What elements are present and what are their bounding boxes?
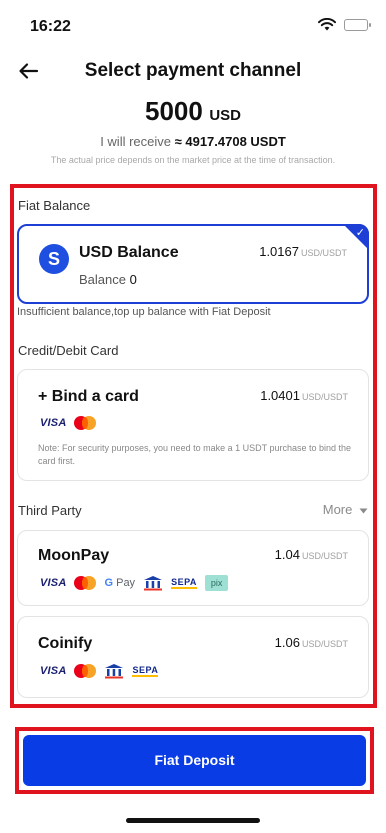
usd-coin-icon: S <box>39 244 69 274</box>
section-label-fiat-balance: Fiat Balance <box>18 198 91 213</box>
balance-label: Balance <box>79 272 126 287</box>
moonpay-logos: VISA G Pay SEPA pix <box>40 575 229 591</box>
status-icons <box>318 18 371 31</box>
coinify-rate: 1.06 USD/USDT <box>275 635 348 650</box>
moonpay-option[interactable]: MoonPay 1.04 USD/USDT VISA G Pay SEPA pix <box>17 530 369 606</box>
mastercard-icon <box>74 416 97 430</box>
price-note: The actual price depends on the market p… <box>50 155 336 165</box>
moonpay-title: MoonPay <box>38 547 110 564</box>
insufficient-balance-note: Insufficient balance,top up balance with… <box>17 306 271 318</box>
rate-unit: USD/USDT <box>300 248 347 258</box>
receive-value: ≈ 4917.4708 USDT <box>174 134 286 149</box>
moonpay-rate: 1.04 USD/USDT <box>275 547 348 562</box>
usd-balance-rate: 1.0167 USD/USDT <box>259 244 347 259</box>
mastercard-icon <box>74 664 97 678</box>
mastercard-icon <box>74 576 97 590</box>
bank-transfer-icon <box>144 576 163 591</box>
card-logos: VISA <box>40 416 97 430</box>
status-time: 16:22 <box>30 18 71 35</box>
rate-value: 1.04 <box>274 547 300 562</box>
rate-unit: USD/USDT <box>301 392 348 402</box>
receive-label: I will receive <box>100 134 171 149</box>
amount-value: 5000 <box>145 96 203 126</box>
rate-value: 1.0401 <box>260 388 300 403</box>
battery-icon <box>344 18 371 31</box>
caret-down-icon <box>359 508 368 514</box>
coinify-title: Coinify <box>38 635 93 652</box>
amount-currency: USD <box>209 107 241 124</box>
usd-balance-title: USD Balance <box>79 244 179 261</box>
balance-text: Balance 0 <box>79 272 137 287</box>
bank-transfer-icon <box>105 664 124 679</box>
order-amount: 5000 USD <box>0 96 386 127</box>
coinify-logos: VISA SEPA <box>40 663 159 679</box>
visa-icon: VISA <box>40 665 67 677</box>
fiat-deposit-button[interactable]: Fiat Deposit <box>23 735 366 786</box>
receive-summary: I will receive ≈ 4917.4708 USDT <box>0 134 386 149</box>
wifi-icon <box>318 18 336 31</box>
visa-icon: VISA <box>40 417 67 429</box>
visa-icon: VISA <box>40 577 67 589</box>
bind-card-title: + Bind a card <box>38 388 139 405</box>
section-label-card: Credit/Debit Card <box>18 343 119 358</box>
more-button[interactable]: More <box>323 502 368 517</box>
google-pay-icon: G Pay <box>104 577 136 589</box>
bind-card-option[interactable]: + Bind a card 1.0401 USD/USDT VISA Note: … <box>17 369 369 481</box>
status-bar: 16:22 <box>0 0 386 52</box>
bind-card-rate: 1.0401 USD/USDT <box>260 388 348 403</box>
rate-value: 1.06 <box>274 635 300 650</box>
page-title: Select payment channel <box>84 60 302 81</box>
home-indicator <box>126 818 260 823</box>
rate-unit: USD/USDT <box>301 551 348 561</box>
more-label: More <box>322 502 353 517</box>
coinify-option[interactable]: Coinify 1.06 USD/USDT VISA SEPA <box>17 616 369 698</box>
usd-balance-option[interactable]: ✓ S USD Balance 1.0167 USD/USDT Balance 0 <box>17 224 369 304</box>
sepa-icon: SEPA <box>132 665 159 677</box>
header: Select payment channel <box>0 52 386 92</box>
section-label-third-party: Third Party <box>18 503 82 518</box>
sepa-icon: SEPA <box>171 577 197 589</box>
balance-value: 0 <box>129 272 137 287</box>
bind-card-note: Note: For security purposes, you need to… <box>38 443 352 466</box>
pix-icon: pix <box>204 575 229 591</box>
check-icon: ✓ <box>355 227 365 239</box>
rate-value: 1.0167 <box>259 244 299 259</box>
rate-unit: USD/USDT <box>301 639 348 649</box>
